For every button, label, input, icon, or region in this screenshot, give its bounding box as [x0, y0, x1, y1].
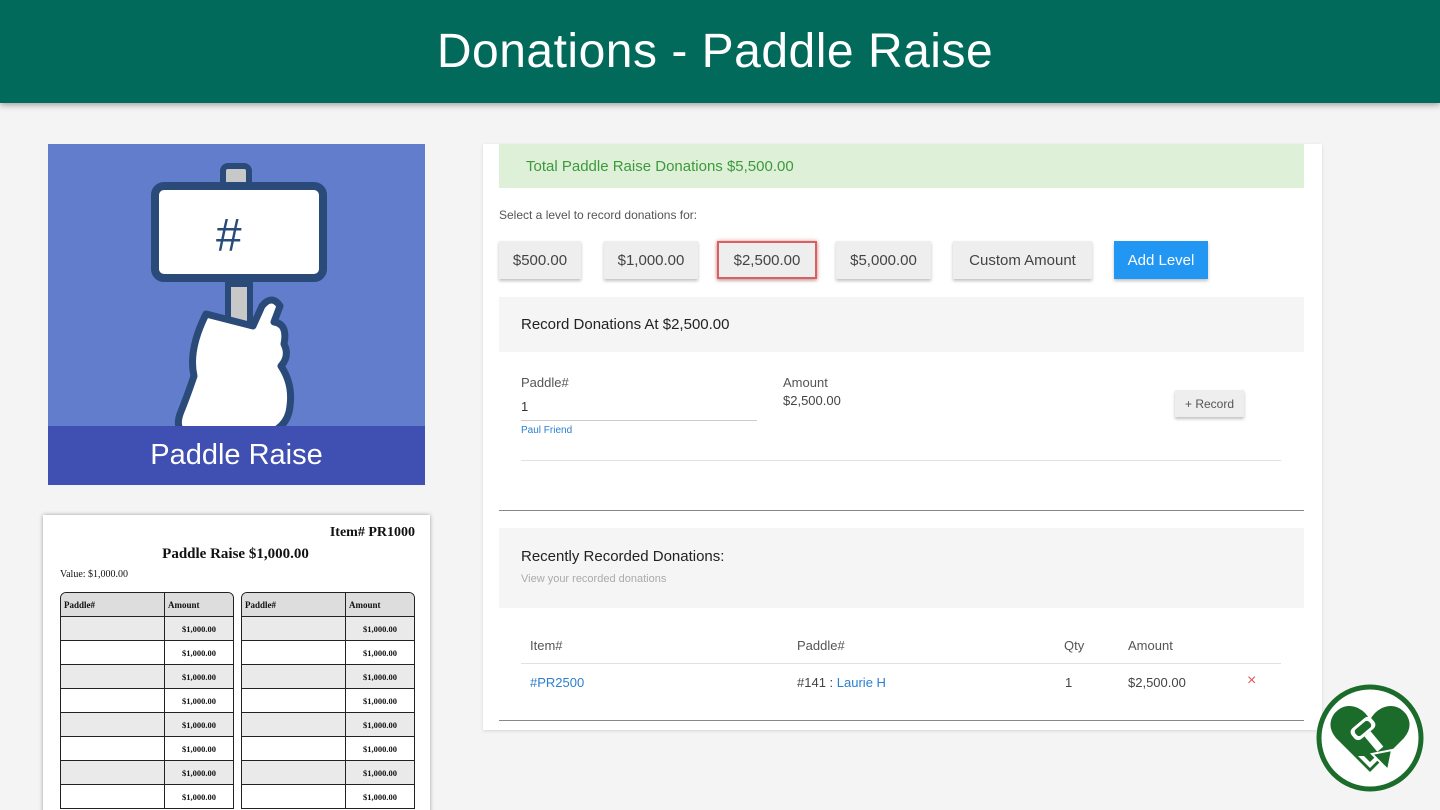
form-title: Paddle Raise $1,000.00 [162, 546, 309, 562]
recent-donations-card: Recently Recorded Donations: View your r… [499, 528, 1304, 721]
donation-bidder-link[interactable]: Laurie H [837, 675, 886, 690]
col-amount: Amount [168, 599, 200, 610]
amount-label: Amount [783, 375, 828, 390]
record-button[interactable]: + Record [1175, 390, 1244, 417]
col-amount: Amount [349, 599, 381, 610]
delete-donation-icon[interactable]: × [1247, 672, 1256, 690]
paddle-raise-form-preview: Item# PR1000 Paddle Raise $1,000.00 Valu… [43, 515, 430, 810]
paddle-label: Paddle# [521, 375, 569, 390]
form-cell-amount: $1,000.00 [182, 671, 216, 682]
col-header-paddle: Paddle# [797, 638, 845, 653]
donation-paddle-number: #141 : [797, 675, 834, 690]
page-title: Donations - Paddle Raise [436, 25, 994, 78]
form-cell-amount: $1,000.00 [182, 695, 216, 706]
recent-card-header [499, 528, 1304, 608]
level-button-5000[interactable]: $5,000.00 [836, 241, 931, 279]
tile-label: Paddle Raise [150, 439, 323, 471]
form-cell-amount: $1,000.00 [182, 767, 216, 778]
form-cell-amount: $1,000.00 [363, 767, 397, 778]
form-cell-amount: $1,000.00 [363, 743, 397, 754]
total-donations-alert: Total Paddle Raise Donations $5,500.00 [499, 144, 1304, 188]
paddle-raise-tile: # Paddle Raise [48, 144, 425, 485]
paddle-number-input[interactable] [521, 393, 757, 421]
col-header-amount: Amount [1128, 638, 1173, 653]
amount-value: $2,500.00 [783, 393, 841, 408]
col-header-item: Item# [530, 638, 563, 653]
record-card-title: Record Donations At $2,500.00 [499, 297, 1304, 352]
custom-amount-button[interactable]: Custom Amount [953, 241, 1092, 279]
level-button-1000[interactable]: $1,000.00 [604, 241, 698, 279]
form-item-number: Item# PR1000 [329, 525, 415, 540]
recent-card-subtitle: View your recorded donations [521, 573, 667, 585]
form-table-right: Paddle# Amount $1,000.00 $1,000.00 $1,000… [241, 592, 415, 809]
form-cell-amount: $1,000.00 [363, 719, 397, 730]
form-cell-amount: $1,000.00 [363, 623, 397, 634]
level-button-2500[interactable]: $2,500.00 [717, 241, 817, 279]
recent-card-title: Recently Recorded Donations: [521, 548, 725, 565]
record-donations-card: Record Donations At $2,500.00 Paddle# Pa… [499, 297, 1304, 511]
form-cell-amount: $1,000.00 [182, 791, 216, 802]
table-header-divider [521, 663, 1281, 664]
donations-panel: Total Paddle Raise Donations $5,500.00 S… [483, 144, 1322, 730]
col-paddle: Paddle# [61, 593, 165, 616]
form-table-left: Paddle# Amount $1,000.00 $1,000.00 $1,000… [60, 592, 234, 809]
form-cell-amount: $1,000.00 [182, 743, 216, 754]
form-cell-amount: $1,000.00 [363, 671, 397, 682]
col-paddle: Paddle# [242, 593, 346, 616]
donation-qty: 1 [1065, 675, 1073, 690]
form-cell-amount: $1,000.00 [363, 695, 397, 706]
add-level-button[interactable]: Add Level [1114, 241, 1208, 279]
form-cell-amount: $1,000.00 [182, 623, 216, 634]
sign-hash: # [216, 209, 242, 261]
divider [521, 460, 1281, 461]
form-cell-amount: $1,000.00 [363, 791, 397, 802]
col-header-qty: Qty [1064, 638, 1085, 653]
app-header: Donations - Paddle Raise [0, 0, 1440, 103]
level-prompt: Select a level to record donations for: [499, 208, 698, 222]
brand-logo-icon [1316, 684, 1424, 792]
donation-item-link[interactable]: #PR2500 [530, 675, 584, 690]
form-value: Value: $1,000.00 [60, 569, 129, 580]
form-cell-amount: $1,000.00 [182, 719, 216, 730]
level-button-500[interactable]: $500.00 [499, 241, 581, 279]
form-cell-amount: $1,000.00 [182, 647, 216, 658]
form-cell-amount: $1,000.00 [363, 647, 397, 658]
donation-paddle: #141 : Laurie H [797, 675, 886, 690]
tile-band: Paddle Raise [48, 426, 425, 485]
donation-amount: $2,500.00 [1128, 675, 1186, 690]
bidder-name-hint: Paul Friend [521, 425, 573, 436]
